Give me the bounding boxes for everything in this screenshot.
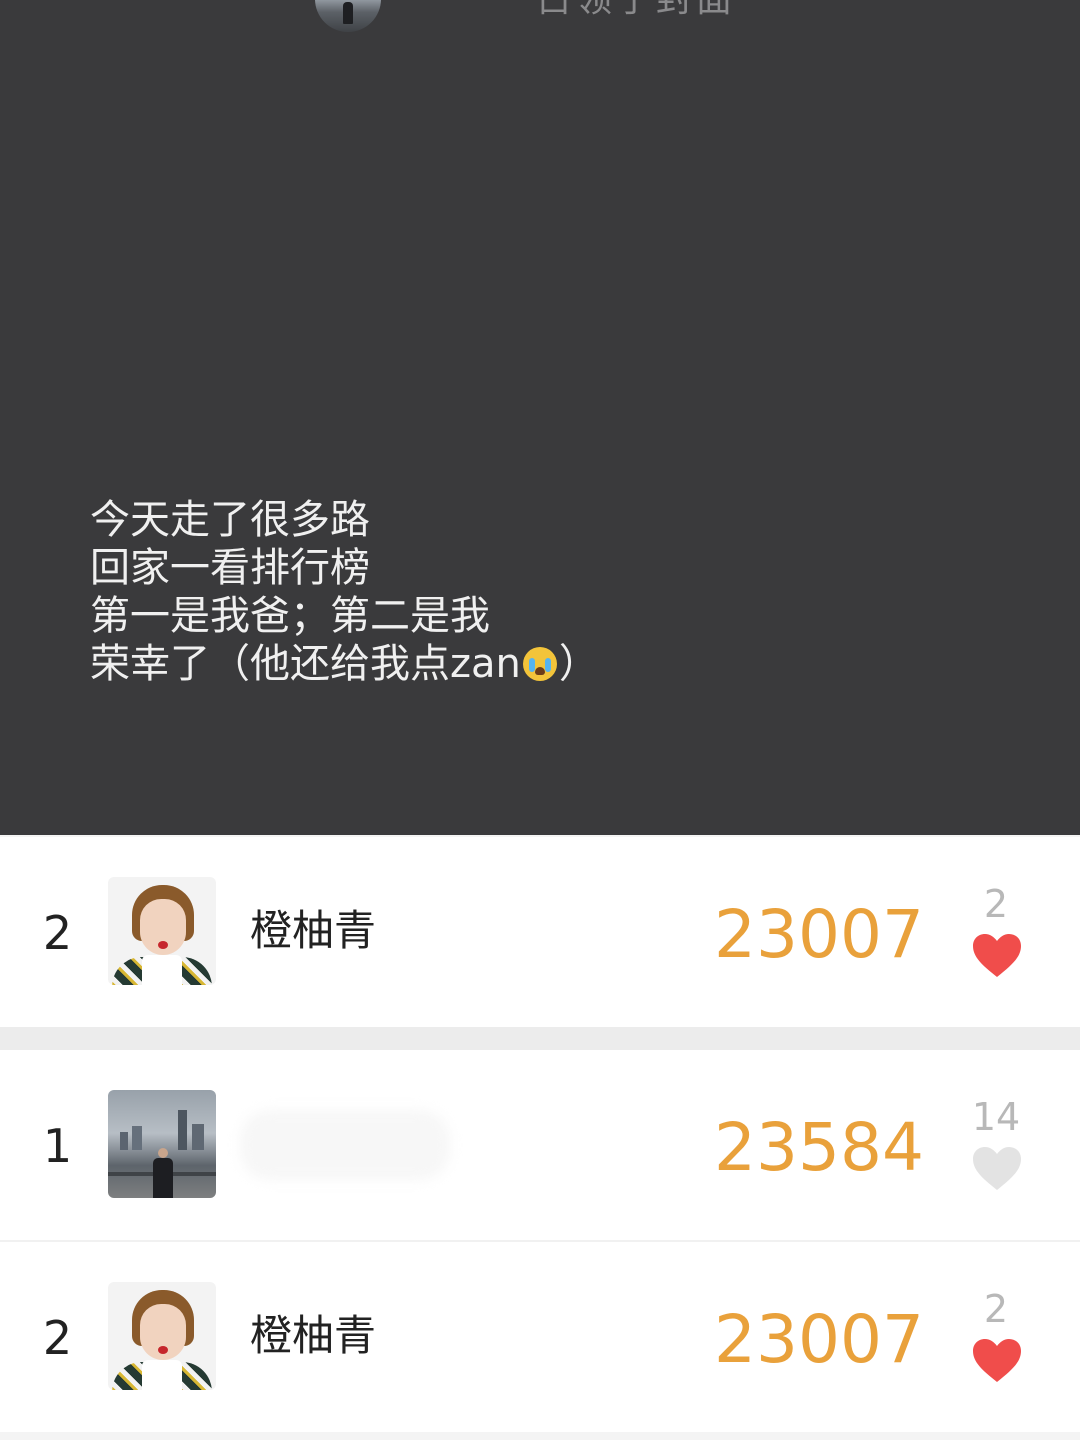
- cover-caption: 今天走了很多路 回家一看排行榜 第一是我爸；第二是我 荣幸了（他还给我点zan ）: [90, 496, 599, 688]
- my-rank-row[interactable]: 2 橙柚青 23007 2: [0, 837, 1080, 1027]
- caption-line: 第一是我爸；第二是我: [90, 593, 490, 639]
- rank-number: 2: [42, 1311, 73, 1365]
- user-name: 橙柚青: [250, 906, 377, 955]
- blurred-user-name: [240, 1110, 450, 1180]
- avatar[interactable]: [108, 1282, 216, 1390]
- heart-icon[interactable]: [972, 933, 1022, 979]
- heart-icon[interactable]: [972, 1146, 1022, 1192]
- rank-number: 1: [42, 1119, 73, 1173]
- cover-title: 占领了封面: [536, 0, 736, 22]
- loudly-crying-face-icon: [522, 647, 557, 681]
- rank-row[interactable]: 2 橙柚青 23007 2: [0, 1242, 1080, 1432]
- caption-line: 今天走了很多路: [90, 497, 370, 543]
- cover-owner-avatar[interactable]: [315, 0, 381, 32]
- step-count: 23584: [714, 1109, 924, 1186]
- werun-ranking-screen: 占领了封面 今天走了很多路 回家一看排行榜 第一是我爸；第二是我 荣幸了（他还给…: [0, 0, 1080, 1440]
- caption-line: 回家一看排行榜: [90, 545, 370, 591]
- caption-line: 荣幸了（他还给我点zan ）: [90, 640, 599, 688]
- rank-row[interactable]: 1 23584 14: [0, 1050, 1080, 1240]
- user-name: 橙柚青: [250, 1311, 377, 1360]
- like-count: 14: [971, 1095, 1021, 1139]
- like-count: 2: [983, 882, 1009, 926]
- caption-line-text-end: ）: [558, 641, 599, 687]
- caption-line-text: 荣幸了（他还给我点zan: [90, 641, 521, 687]
- section-divider: [0, 1027, 1080, 1050]
- rank-number: 2: [42, 906, 73, 960]
- like-count: 2: [983, 1287, 1009, 1331]
- step-count: 23007: [714, 1301, 924, 1378]
- cover-area[interactable]: 占领了封面 今天走了很多路 回家一看排行榜 第一是我爸；第二是我 荣幸了（他还给…: [0, 0, 1080, 835]
- avatar[interactable]: [108, 877, 216, 985]
- heart-icon[interactable]: [972, 1338, 1022, 1384]
- avatar[interactable]: [108, 1090, 216, 1198]
- step-count: 23007: [714, 896, 924, 973]
